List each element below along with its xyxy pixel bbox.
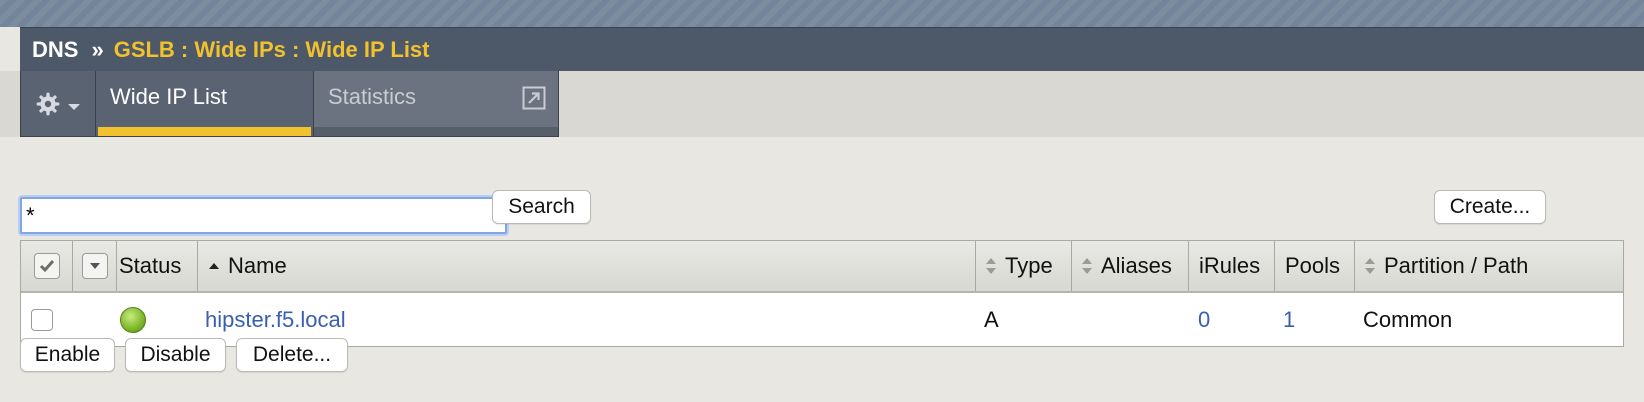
tab-bar: Wide IP List Statistics xyxy=(20,71,559,137)
column-label: Pools xyxy=(1285,253,1341,278)
wide-ip-table: Status Name Type Aliases iRules Pools Pa… xyxy=(20,240,1624,347)
chevron-down-icon xyxy=(89,263,100,269)
search-button[interactable]: Search xyxy=(492,190,591,224)
tab-label: Wide IP List xyxy=(110,84,227,109)
top-banner xyxy=(0,0,1644,27)
breadcrumb-separator: » xyxy=(91,36,104,62)
table-header: Status Name Type Aliases iRules Pools Pa… xyxy=(21,241,1623,293)
status-green-circle-icon xyxy=(120,306,146,333)
column-type[interactable]: Type xyxy=(976,241,1072,291)
row-checkbox[interactable] xyxy=(31,308,53,331)
delete-button[interactable]: Delete... xyxy=(236,338,348,372)
tab-wide-ip-list[interactable]: Wide IP List xyxy=(96,71,314,136)
column-label: Name xyxy=(228,253,287,278)
column-irules: iRules xyxy=(1189,241,1275,291)
breadcrumb-root[interactable]: DNS xyxy=(32,37,78,63)
sort-icon xyxy=(986,258,996,274)
settings-menu-button[interactable] xyxy=(21,71,96,136)
column-name[interactable]: Name xyxy=(198,241,976,291)
enable-button[interactable]: Enable xyxy=(20,338,115,372)
select-all-cell xyxy=(21,241,73,291)
tab-label: Statistics xyxy=(328,84,417,109)
disable-button[interactable]: Disable xyxy=(125,338,226,372)
gear-icon xyxy=(36,92,60,115)
bulk-action-dropdown[interactable] xyxy=(81,253,108,279)
sort-ascending-icon xyxy=(209,263,219,269)
breadcrumb-path: GSLB : Wide IPs : Wide IP List xyxy=(113,36,430,62)
column-partition-path[interactable]: Partition / Path xyxy=(1355,241,1623,291)
pools-count-link[interactable]: 1 xyxy=(1283,293,1295,346)
select-all-checkbox[interactable] xyxy=(33,253,60,279)
column-label: Status xyxy=(119,253,182,278)
create-button[interactable]: Create... xyxy=(1434,190,1546,224)
external-link-icon[interactable] xyxy=(522,86,546,110)
column-label: Aliases xyxy=(1101,253,1172,278)
column-aliases[interactable]: Aliases xyxy=(1072,241,1189,291)
tab-statistics[interactable]: Statistics xyxy=(314,71,558,136)
partition-cell: Common xyxy=(1363,306,1453,332)
column-label: Partition / Path xyxy=(1384,253,1529,278)
sort-icon xyxy=(1365,258,1375,274)
column-status[interactable]: Status xyxy=(117,241,198,291)
column-pools: Pools xyxy=(1275,241,1355,291)
row-action-menu-cell xyxy=(73,241,117,291)
column-label: Type xyxy=(1005,253,1053,278)
type-cell: A xyxy=(984,306,999,332)
chevron-down-icon xyxy=(68,103,80,110)
breadcrumb: DNS » GSLB : Wide IPs : Wide IP List xyxy=(20,27,1644,71)
search-input[interactable] xyxy=(20,197,507,234)
column-label: iRules xyxy=(1199,253,1261,278)
checkmark-icon xyxy=(39,260,54,273)
irules-count-link[interactable]: 0 xyxy=(1198,293,1210,346)
sort-icon xyxy=(1082,258,1092,274)
